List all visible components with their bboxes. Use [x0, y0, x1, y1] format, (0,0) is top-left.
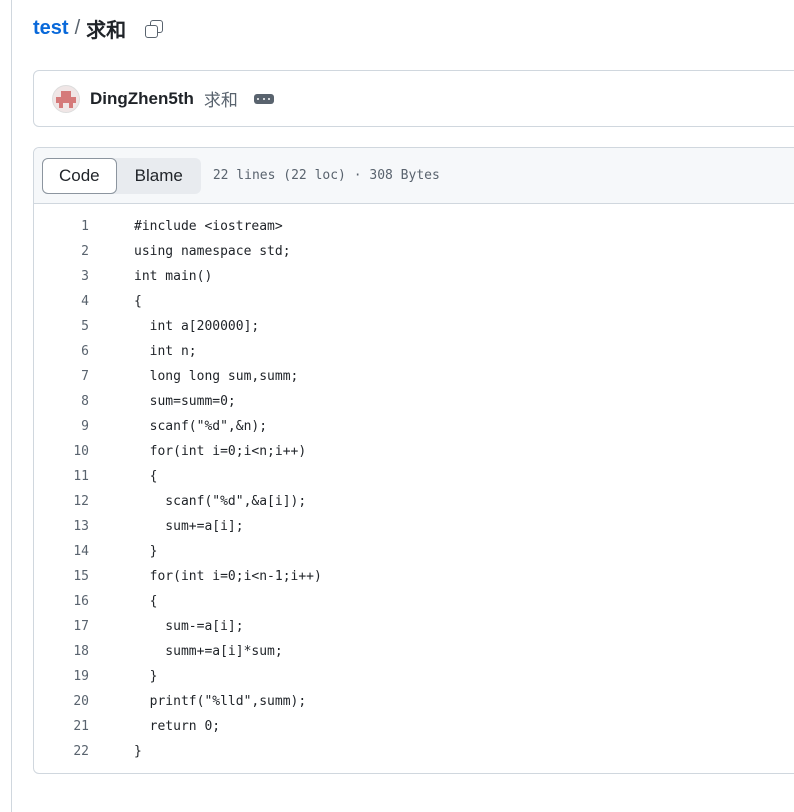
- breadcrumb-file: 求和: [86, 20, 127, 42]
- code-line: 3 int main(): [34, 264, 794, 289]
- code-line: 7 long long sum,summ;: [34, 364, 794, 389]
- line-code: summ+=a[i]*sum;: [134, 644, 283, 659]
- code-line: 6 int n;: [34, 339, 794, 364]
- code-line: 9 scanf("%d",&n);: [34, 414, 794, 439]
- line-code: long long sum,summ;: [134, 369, 299, 384]
- line-code: }: [134, 669, 158, 684]
- line-code: }: [134, 544, 158, 559]
- code-line: 8 sum=summ=0;: [34, 389, 794, 414]
- line-number[interactable]: 9: [34, 419, 89, 434]
- tab-code[interactable]: Code: [42, 157, 117, 194]
- code-line: 13 sum+=a[i];: [34, 514, 794, 539]
- left-border: [11, 0, 12, 812]
- code-line: 1 #include <iostream>: [34, 214, 794, 239]
- commit-message[interactable]: 求和: [204, 86, 238, 111]
- code-line: 17 sum-=a[i];: [34, 614, 794, 639]
- line-code: int a[200000];: [134, 319, 260, 334]
- code-line: 18 summ+=a[i]*sum;: [34, 639, 794, 664]
- line-code: {: [134, 469, 158, 484]
- code-line: 21 return 0;: [34, 714, 794, 739]
- line-number[interactable]: 12: [34, 494, 89, 509]
- code-line: 11 {: [34, 464, 794, 489]
- code-listing: 1 #include <iostream> 2 using namespace std…: [34, 204, 794, 764]
- file-viewer: Code Blame 22 lines (22 loc) · 308 Bytes…: [33, 147, 794, 774]
- code-line: 4{: [34, 289, 794, 314]
- code-line: 2 using namespace std;: [34, 239, 794, 264]
- line-code: return 0;: [134, 719, 221, 734]
- line-number[interactable]: 5: [34, 319, 89, 334]
- line-code: {: [134, 294, 142, 309]
- line-number[interactable]: 15: [34, 569, 89, 584]
- line-code: scanf("%d",&a[i]);: [134, 494, 307, 509]
- line-code: #include <iostream>: [134, 219, 283, 234]
- view-toggle: Code Blame: [42, 157, 201, 194]
- file-header: Code Blame 22 lines (22 loc) · 308 Bytes: [34, 148, 794, 204]
- line-code: sum-=a[i];: [134, 619, 244, 634]
- line-number[interactable]: 2: [34, 244, 89, 259]
- code-line: 20 printf("%lld",summ);: [34, 689, 794, 714]
- file-info: 22 lines (22 loc) · 308 Bytes: [212, 168, 440, 183]
- line-number[interactable]: 6: [34, 344, 89, 359]
- code-line: 10 for(int i=0;i<n;i++): [34, 439, 794, 464]
- code-line: 15 for(int i=0;i<n-1;i++): [34, 564, 794, 589]
- line-number[interactable]: 7: [34, 369, 89, 384]
- line-number[interactable]: 18: [34, 644, 89, 659]
- line-number[interactable]: 13: [34, 519, 89, 534]
- line-code: sum+=a[i];: [134, 519, 244, 534]
- line-number[interactable]: 4: [34, 294, 89, 309]
- more-options-icon[interactable]: [253, 93, 274, 104]
- line-code: sum=summ=0;: [134, 394, 236, 409]
- line-number[interactable]: 10: [34, 444, 89, 459]
- copy-path-icon[interactable]: [144, 19, 164, 39]
- line-number[interactable]: 19: [34, 669, 89, 684]
- line-number[interactable]: 1: [34, 219, 89, 234]
- code-line: 14 }: [34, 539, 794, 564]
- breadcrumb-separator: /: [74, 17, 81, 39]
- line-code: {: [134, 594, 158, 609]
- breadcrumb-repo-link[interactable]: test: [33, 17, 69, 40]
- line-code: printf("%lld",summ);: [134, 694, 307, 709]
- tab-blame[interactable]: Blame: [117, 158, 201, 194]
- commit-author[interactable]: DingZhen5th: [90, 89, 194, 109]
- line-code: using namespace std;: [134, 244, 291, 259]
- line-number[interactable]: 8: [34, 394, 89, 409]
- avatar[interactable]: [52, 84, 80, 113]
- line-code: for(int i=0;i<n-1;i++): [134, 569, 322, 584]
- line-code: scanf("%d",&n);: [134, 419, 268, 434]
- line-number[interactable]: 20: [34, 694, 89, 709]
- line-code: int n;: [134, 344, 197, 359]
- code-line: 16 {: [34, 589, 794, 614]
- line-number[interactable]: 3: [34, 269, 89, 284]
- code-line: 5 int a[200000];: [34, 314, 794, 339]
- code-line: 12 scanf("%d",&a[i]);: [34, 489, 794, 514]
- line-code: for(int i=0;i<n;i++): [134, 444, 307, 459]
- line-number[interactable]: 17: [34, 619, 89, 634]
- line-code: int main(): [134, 269, 213, 284]
- code-line: 22}: [34, 739, 794, 764]
- latest-commit-box: DingZhen5th 求和: [33, 70, 794, 127]
- line-number[interactable]: 16: [34, 594, 89, 609]
- line-number[interactable]: 11: [34, 469, 89, 484]
- line-number[interactable]: 21: [34, 719, 89, 734]
- line-number[interactable]: 22: [34, 744, 89, 759]
- code-line: 19 }: [34, 664, 794, 689]
- line-number[interactable]: 14: [34, 544, 89, 559]
- breadcrumb: test / 求和: [33, 14, 164, 43]
- line-code: }: [134, 744, 142, 759]
